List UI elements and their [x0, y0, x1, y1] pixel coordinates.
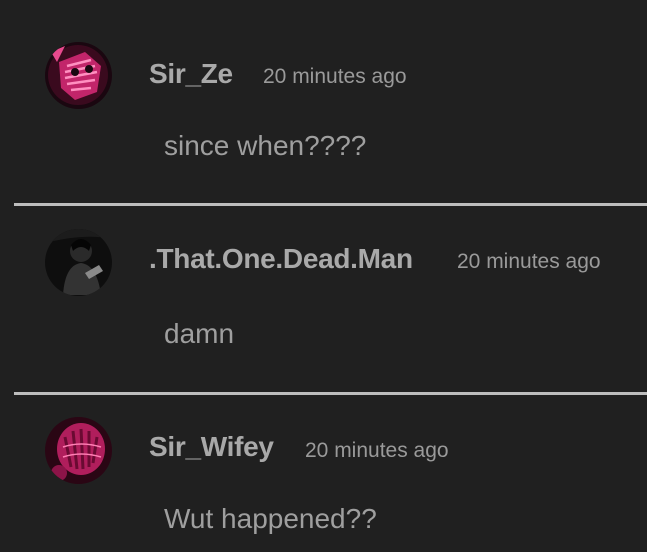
comment-text: Wut happened?? [164, 503, 377, 534]
user-avatar-pink-glove-icon[interactable] [45, 417, 112, 484]
username[interactable]: Sir_Ze [149, 58, 233, 90]
user-avatar-dark-figure-icon[interactable] [45, 229, 112, 296]
timestamp: 20 minutes ago [305, 439, 449, 462]
comment-text: damn [164, 318, 235, 349]
username[interactable]: .That.One.Dead.Man [149, 243, 413, 275]
comment-item: Sir_Wifey 20 minutes ago Wut happened?? [0, 395, 647, 552]
timestamp: 20 minutes ago [263, 65, 407, 88]
user-avatar-pink-mask-icon[interactable] [45, 42, 112, 109]
timestamp: 20 minutes ago [457, 250, 601, 273]
username[interactable]: Sir_Wifey [149, 431, 274, 463]
comment-thread: Sir_Ze 20 minutes ago since when???? .Th… [0, 0, 647, 552]
comment-text: since when???? [164, 130, 367, 161]
comment-item: .That.One.Dead.Man 20 minutes ago damn [0, 206, 647, 393]
comment-item: Sir_Ze 20 minutes ago since when???? [0, 0, 647, 205]
